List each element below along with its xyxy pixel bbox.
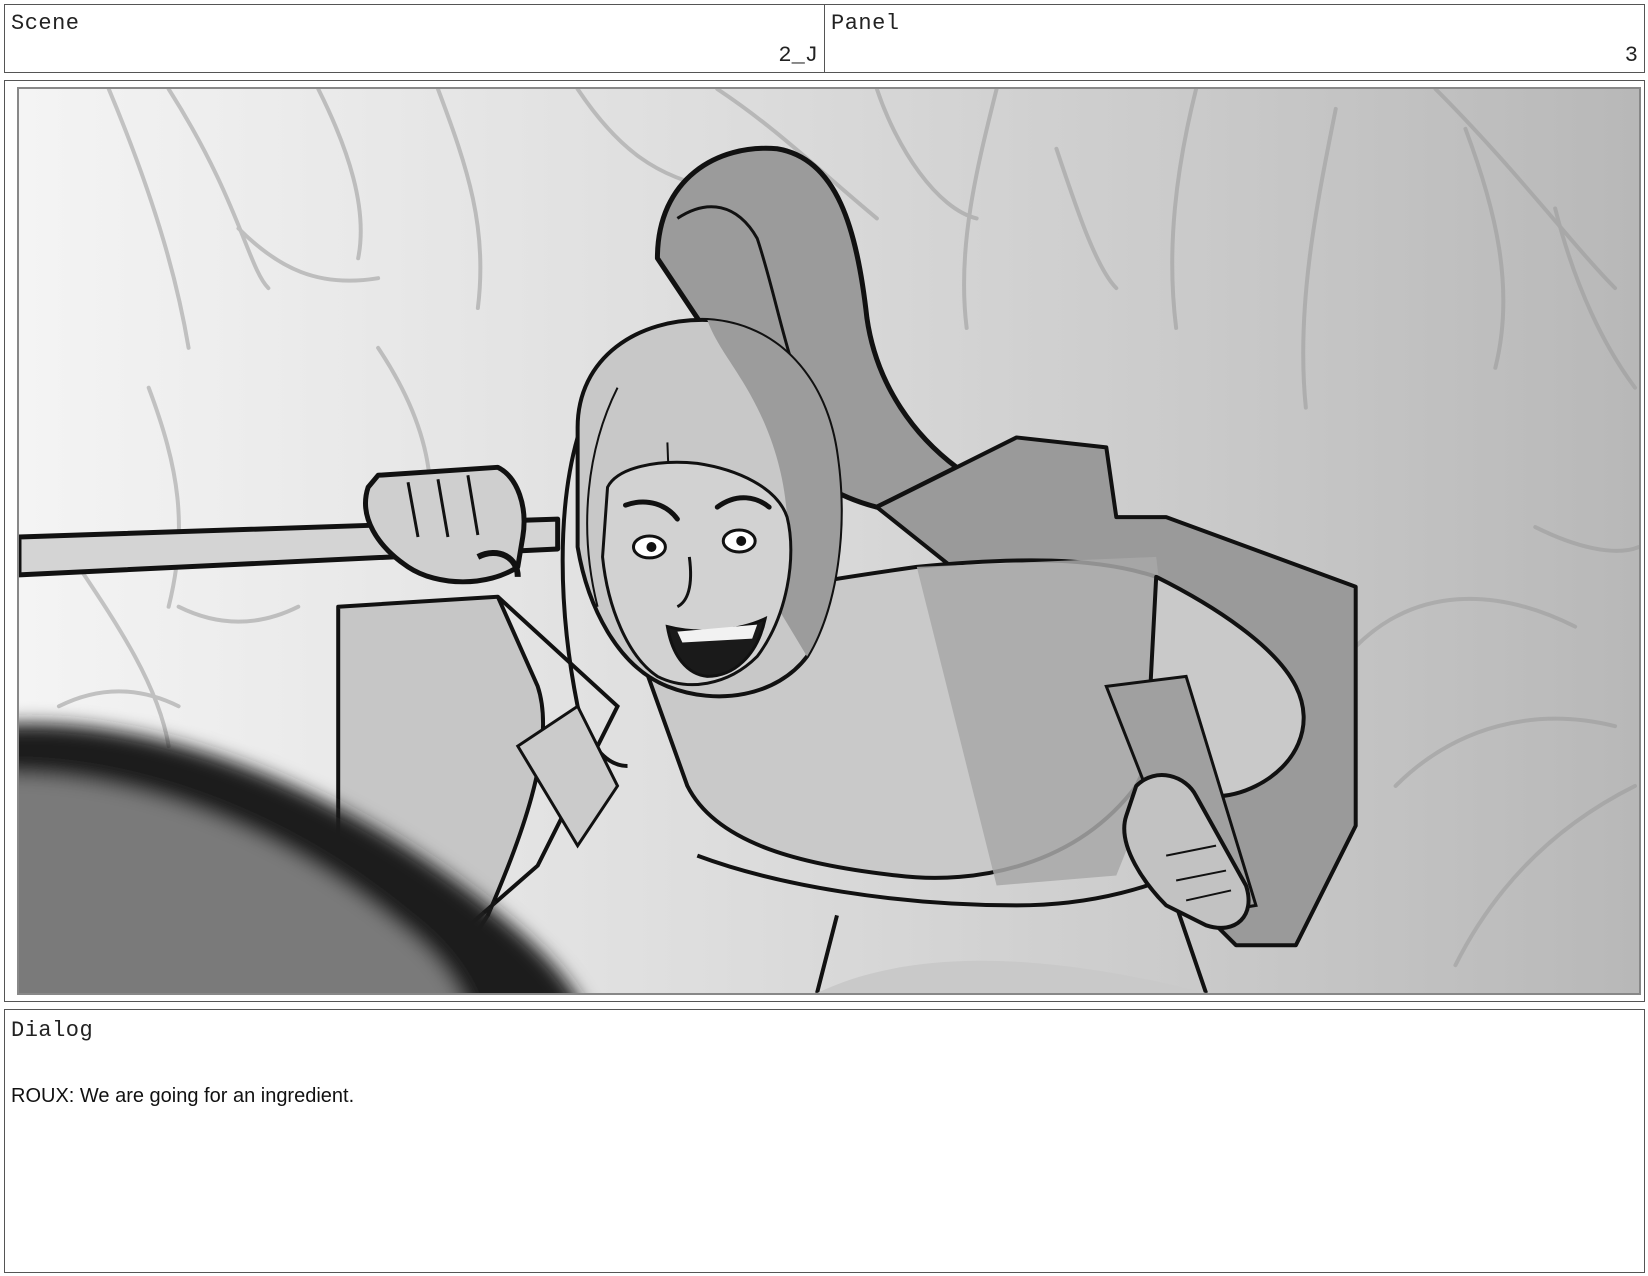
scene-number: 2_J (778, 43, 818, 68)
dialog-label: Dialog (11, 1018, 94, 1043)
dialog-box: Dialog ROUX: We are going for an ingredi… (4, 1009, 1645, 1273)
storyboard-sketch (19, 89, 1639, 993)
scene-cell: Scene 2_J (5, 5, 825, 72)
panel-frame (4, 80, 1645, 1002)
storyboard-page: Scene 2_J Panel 3 Dialog ROUX: We are go… (0, 0, 1648, 1276)
panel-cell: Panel 3 (825, 5, 1644, 72)
panel-number: 3 (1624, 43, 1638, 68)
panel-label: Panel (831, 11, 900, 36)
scene-label: Scene (11, 11, 80, 36)
storyboard-header: Scene 2_J Panel 3 (4, 4, 1645, 73)
dialog-line: ROUX: We are going for an ingredient. (11, 1085, 355, 1107)
panel-drawing (17, 87, 1641, 995)
